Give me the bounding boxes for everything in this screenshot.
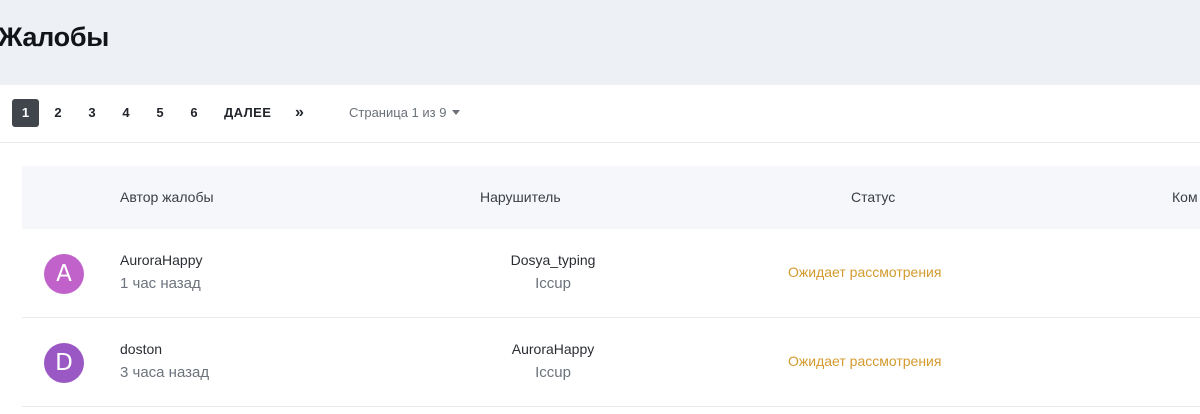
- table-header: Автор жалобы Нарушитель Статус Ком: [22, 166, 1200, 229]
- pagination: 1 2 3 4 5 6 ДАЛЕЕ » Страница 1 из 9: [0, 85, 1200, 143]
- next-page-link[interactable]: ДАЛЕЕ: [224, 99, 271, 127]
- page-selector-dropdown[interactable]: Страница 1 из 9: [349, 99, 461, 127]
- page-header: Жалобы: [0, 0, 1200, 85]
- violator-server: Iccup: [535, 364, 571, 381]
- page-link-3[interactable]: 3: [85, 99, 99, 127]
- page-link-1[interactable]: 1: [12, 99, 39, 127]
- page-link-5[interactable]: 5: [153, 99, 167, 127]
- complaints-table: Автор жалобы Нарушитель Статус Ком A Aur…: [22, 166, 1200, 407]
- avatar[interactable]: A: [44, 254, 84, 294]
- page-link-6[interactable]: 6: [187, 99, 201, 127]
- table-row[interactable]: D doston 3 часа назад AuroraHappy Iccup …: [22, 318, 1200, 407]
- avatar[interactable]: D: [44, 343, 84, 383]
- author-name[interactable]: doston: [120, 341, 162, 357]
- author-name[interactable]: AuroraHappy: [120, 252, 203, 268]
- table-row[interactable]: A AuroraHappy 1 час назад Dosya_typing I…: [22, 229, 1200, 318]
- column-header-violator: Нарушитель: [480, 189, 561, 205]
- complaint-time: 3 часа назад: [120, 364, 210, 381]
- caret-down-icon: [452, 110, 461, 115]
- complaints-page: Жалобы 1 2 3 4 5 6 ДАЛЕЕ » Страница 1 из…: [0, 0, 1200, 414]
- last-page-link[interactable]: »: [295, 99, 304, 127]
- complaint-time: 1 час назад: [120, 275, 201, 292]
- violator-name[interactable]: AuroraHappy: [478, 341, 628, 357]
- column-header-status: Статус: [851, 189, 896, 205]
- page-link-4[interactable]: 4: [119, 99, 133, 127]
- column-header-author: Автор жалобы: [120, 189, 214, 205]
- page-title: Жалобы: [0, 22, 109, 52]
- status-label: Ожидает рассмотрения: [788, 264, 942, 280]
- violator-server: Iccup: [535, 275, 571, 292]
- violator-name[interactable]: Dosya_typing: [478, 252, 628, 268]
- column-header-comment: Ком: [1172, 189, 1198, 205]
- page-link-2[interactable]: 2: [51, 99, 65, 127]
- page-selector-label: Страница 1 из 9: [349, 105, 447, 120]
- status-label: Ожидает рассмотрения: [788, 353, 942, 369]
